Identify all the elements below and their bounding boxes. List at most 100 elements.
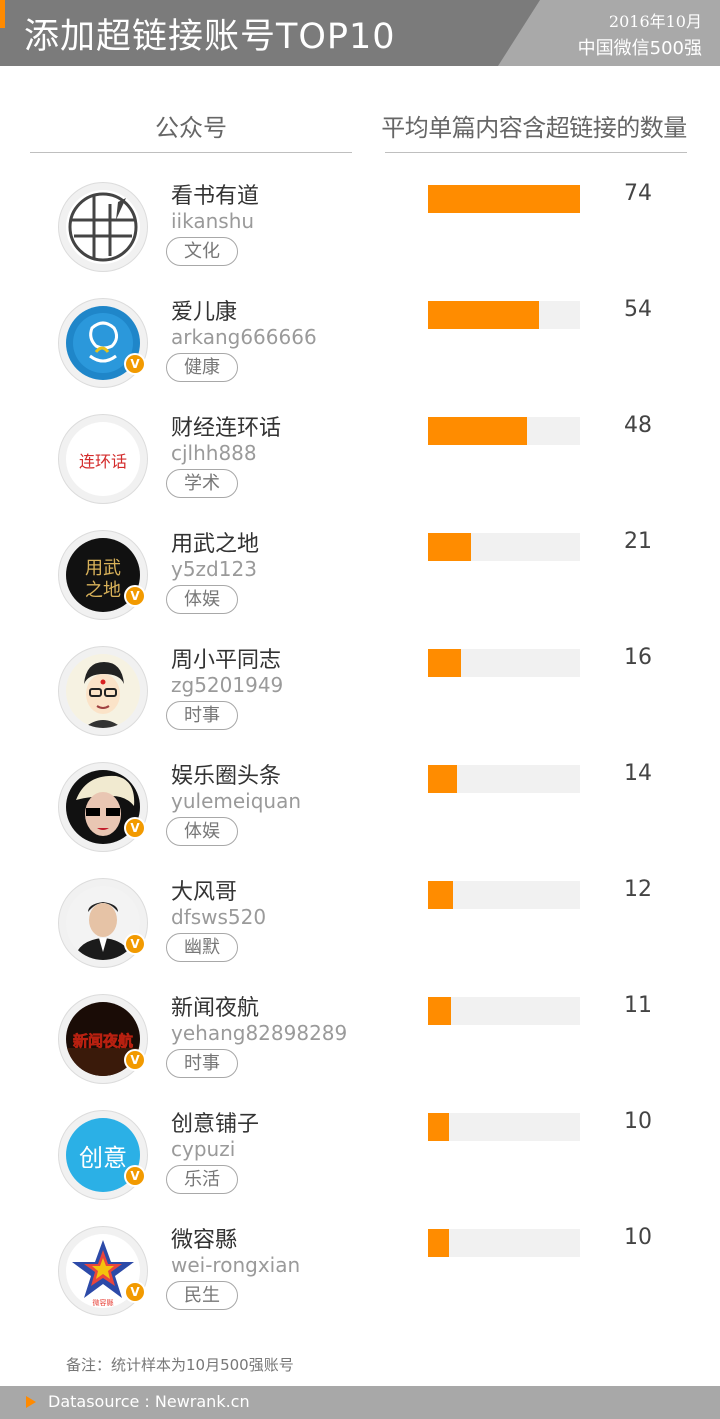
chart-bar [428, 301, 539, 329]
category-tag: 健康 [166, 353, 238, 382]
account-avatar: 新闻夜航 V [58, 994, 148, 1084]
account-row: 创意 V 创意铺子 cypuzi 乐活 10 [0, 1103, 720, 1219]
account-row: V 大风哥 dfsws520 幽默 12 [0, 871, 720, 987]
category-tag: 学术 [166, 469, 238, 498]
data-label: 21 [624, 529, 652, 554]
column-divider-left [30, 152, 352, 153]
account-avatar [58, 182, 148, 272]
chart-bar [428, 1229, 449, 1257]
account-row: V 爱儿康 arkang666666 健康 54 [0, 291, 720, 407]
svg-text:创意: 创意 [79, 1144, 127, 1172]
account-name: 微容縣 [171, 1228, 238, 1253]
account-avatar: V [58, 762, 148, 852]
account-row: 微容縣 V 微容縣 wei-rongxian 民生 10 [0, 1219, 720, 1335]
column-header-account: 公众号 [155, 114, 227, 142]
verified-badge-icon: V [124, 585, 146, 607]
data-label: 54 [624, 297, 652, 322]
account-avatar: 用武 之地 V [58, 530, 148, 620]
svg-text:微容縣: 微容縣 [93, 1298, 114, 1307]
footer-bar: Datasource : Newrank.cn [0, 1386, 720, 1419]
account-handle: y5zd123 [171, 557, 257, 581]
account-row: 连环话 财经连环话 cjlhh888 学术 48 [0, 407, 720, 523]
account-avatar: V [58, 298, 148, 388]
account-handle: arkang666666 [171, 325, 317, 349]
book-grid-icon [66, 190, 140, 264]
account-handle: wei-rongxian [171, 1253, 301, 1277]
svg-text:之地: 之地 [85, 580, 121, 601]
data-label: 10 [624, 1225, 652, 1250]
header-accent-bar [0, 0, 5, 28]
account-avatar [58, 646, 148, 736]
category-tag: 体娱 [166, 817, 238, 846]
account-handle: yehang82898289 [171, 1021, 348, 1045]
data-label: 11 [624, 993, 652, 1018]
column-divider-right [385, 152, 687, 153]
bar-track [428, 881, 580, 909]
svg-text:用武: 用武 [85, 558, 121, 579]
account-row: 看书有道 iikanshu 文化 74 [0, 175, 720, 291]
play-arrow-icon [26, 1396, 36, 1408]
datasource-label: Datasource : Newrank.cn [48, 1392, 250, 1411]
verified-badge-icon: V [124, 817, 146, 839]
page-title: 添加超链接账号TOP10 [24, 17, 396, 57]
account-row: 周小平同志 zg5201949 时事 16 [0, 639, 720, 755]
bar-track [428, 417, 580, 445]
account-name: 看书有道 [171, 184, 260, 209]
chart-bar [428, 649, 461, 677]
chart-bar [428, 185, 580, 213]
svg-text:连环话: 连环话 [79, 452, 127, 471]
header-date: 2016年10月 [608, 12, 702, 31]
account-avatar: V [58, 878, 148, 968]
category-tag: 时事 [166, 1049, 238, 1078]
category-tag: 文化 [166, 237, 238, 266]
svg-text:新闻夜航: 新闻夜航 [73, 1032, 133, 1050]
category-tag: 幽默 [166, 933, 238, 962]
account-name: 娱乐圈头条 [171, 764, 282, 789]
data-label: 14 [624, 761, 652, 786]
data-label: 48 [624, 413, 652, 438]
account-handle: cypuzi [171, 1137, 236, 1161]
chart-bar [428, 997, 451, 1025]
account-name: 爱儿康 [171, 300, 238, 325]
account-handle: iikanshu [171, 209, 255, 233]
account-name: 新闻夜航 [171, 996, 260, 1021]
category-tag: 体娱 [166, 585, 238, 614]
chart-bar [428, 1113, 449, 1141]
bar-track [428, 185, 580, 213]
chart-bar [428, 417, 527, 445]
header-banner: 添加超链接账号TOP10 2016年10月 中国微信500强 [0, 0, 720, 66]
account-row: 用武 之地 V 用武之地 y5zd123 体娱 21 [0, 523, 720, 639]
data-label: 10 [624, 1109, 652, 1134]
bar-track [428, 1229, 580, 1257]
verified-badge-icon: V [124, 933, 146, 955]
account-name: 用武之地 [171, 532, 260, 557]
bar-track [428, 301, 580, 329]
chart-bar [428, 533, 471, 561]
account-handle: cjlhh888 [171, 441, 257, 465]
data-label: 16 [624, 645, 652, 670]
bar-track [428, 649, 580, 677]
bar-track [428, 997, 580, 1025]
verified-badge-icon: V [124, 1281, 146, 1303]
account-row: V 娱乐圈头条 yulemeiquan 体娱 14 [0, 755, 720, 871]
cartoon-man-icon [66, 654, 140, 728]
chart-bar [428, 881, 453, 909]
account-name: 创意铺子 [171, 1112, 260, 1137]
column-header-metric: 平均单篇内容含超链接的数量 [381, 114, 687, 142]
account-row: 新闻夜航 V 新闻夜航 yehang82898289 时事 11 [0, 987, 720, 1103]
account-handle: dfsws520 [171, 905, 267, 929]
bar-track [428, 765, 580, 793]
bar-track [428, 1113, 580, 1141]
account-name: 周小平同志 [171, 648, 282, 673]
category-tag: 民生 [166, 1281, 238, 1310]
footnote: 备注：统计样本为10月500强账号 [66, 1356, 294, 1374]
account-avatar: 连环话 [58, 414, 148, 504]
account-avatar: 微容縣 V [58, 1226, 148, 1316]
data-label: 74 [624, 181, 652, 206]
account-avatar: 创意 V [58, 1110, 148, 1200]
account-name: 大风哥 [171, 880, 238, 905]
chart-bar [428, 765, 457, 793]
data-label: 12 [624, 877, 652, 902]
account-handle: yulemeiquan [171, 789, 302, 813]
account-handle: zg5201949 [171, 673, 284, 697]
